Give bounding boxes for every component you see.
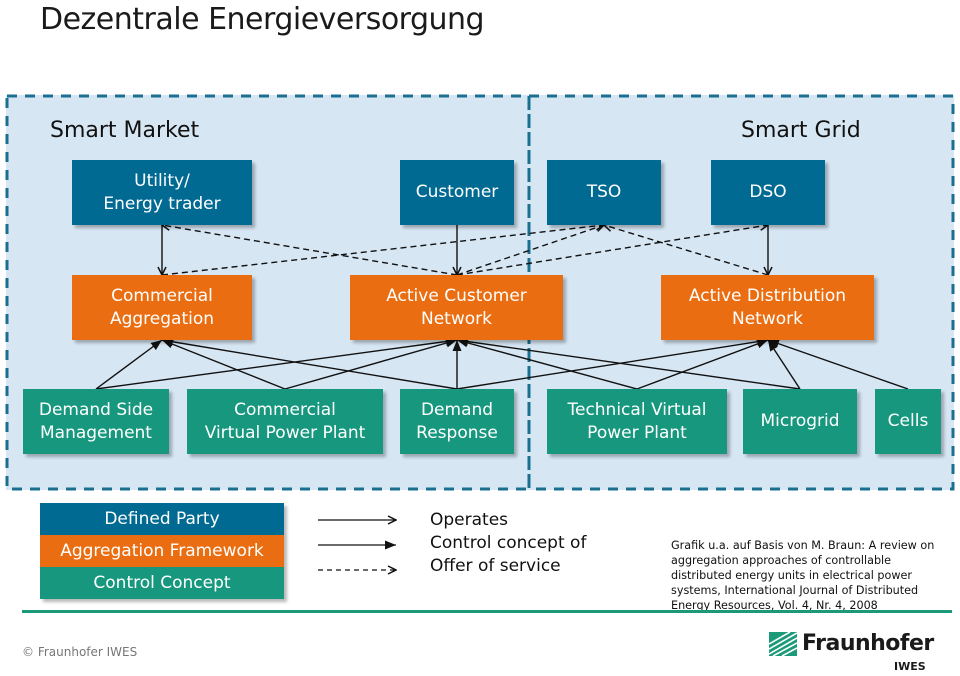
fraunhofer-logo-icon [769,632,797,656]
legend-control-label: Control concept of [430,533,587,553]
control-concept-arrow [95,337,458,390]
framework-active-customer-network[interactable]: Active Customer Network [350,275,563,340]
offer-of-service-arrow [162,225,458,276]
legend-layer-stack: Defined Party Aggregation Framework Cont… [40,503,284,599]
offer-of-service-arrow [456,225,768,276]
legend-aggregation-framework: Aggregation Framework [40,535,284,567]
party-customer[interactable]: Customer [400,160,514,225]
offer-of-service-arrow [161,225,604,276]
offer-of-service-arrow [604,225,769,276]
legend-defined-party: Defined Party [40,503,284,535]
source-citation: Grafik u.a. auf Basis von M. Braun: A re… [671,539,935,612]
iwes-logo-text: IWES [894,660,926,673]
concept-commercial-vpp[interactable]: Commercial Virtual Power Plant [187,389,383,454]
legend-operates-label: Operates [430,510,509,530]
party-utility-energy-trader[interactable]: Utility/ Energy trader [72,160,252,225]
concept-demand-side-management[interactable]: Demand Side Management [23,389,169,454]
footer-rule [22,610,952,613]
smart-grid-label: Smart Grid [741,118,861,143]
framework-active-distribution-network[interactable]: Active Distribution Network [661,275,874,340]
party-dso[interactable]: DSO [711,160,825,225]
control-concept-arrow [161,339,286,390]
smart-market-label: Smart Market [50,118,200,143]
legend-offer-label: Offer of service [430,556,561,576]
concept-cells[interactable]: Cells [875,389,941,454]
party-tso[interactable]: TSO [547,160,661,225]
control-concept-arrow [767,339,801,390]
copyright-notice: © Fraunhofer IWES [22,645,138,659]
control-concept-arrow [767,339,909,390]
fraunhofer-logo-text: Fraunhofer [802,631,934,656]
legend-control-concept: Control Concept [40,567,284,599]
framework-commercial-aggregation[interactable]: Commercial Aggregation [72,275,252,340]
legend-arrow-labels: Operates Control concept of Offer of ser… [430,509,586,578]
concept-demand-response[interactable]: Demand Response [400,389,514,454]
concept-technical-vpp[interactable]: Technical Virtual Power Plant [547,389,727,454]
concept-microgrid[interactable]: Microgrid [743,389,857,454]
